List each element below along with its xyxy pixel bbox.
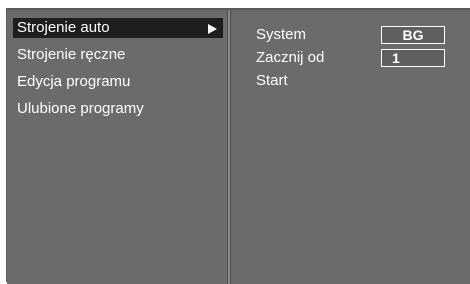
system-label: System (256, 26, 307, 43)
start-button[interactable]: Start (256, 72, 288, 90)
menu-item-edycja-programu[interactable]: Edycja programu (13, 72, 223, 92)
system-value-field[interactable]: BG (381, 26, 445, 44)
menu-item-strojenie-reczne[interactable]: Strojenie ręczne (13, 45, 223, 65)
start-from-label: Zacznij od (256, 49, 325, 66)
menu-item-label: Strojenie auto (17, 19, 110, 36)
menu-item-label: Edycja programu (17, 73, 131, 90)
menu-item-strojenie-auto[interactable]: Strojenie auto (13, 18, 223, 38)
menu-item-ulubione-programy[interactable]: Ulubione programy (13, 99, 223, 119)
menu-item-label: Strojenie ręczne (17, 46, 126, 63)
arrow-right-icon (208, 24, 217, 34)
start-from-value-field[interactable]: 1 (381, 49, 445, 67)
menu-list: Strojenie auto Strojenie ręczne Edycja p… (7, 10, 227, 284)
settings-panel: System BG Zacznij od 1 Start (231, 10, 470, 284)
menu-item-label: Ulubione programy (17, 100, 144, 117)
tv-osd-menu: Strojenie auto Strojenie ręczne Edycja p… (6, 8, 470, 284)
